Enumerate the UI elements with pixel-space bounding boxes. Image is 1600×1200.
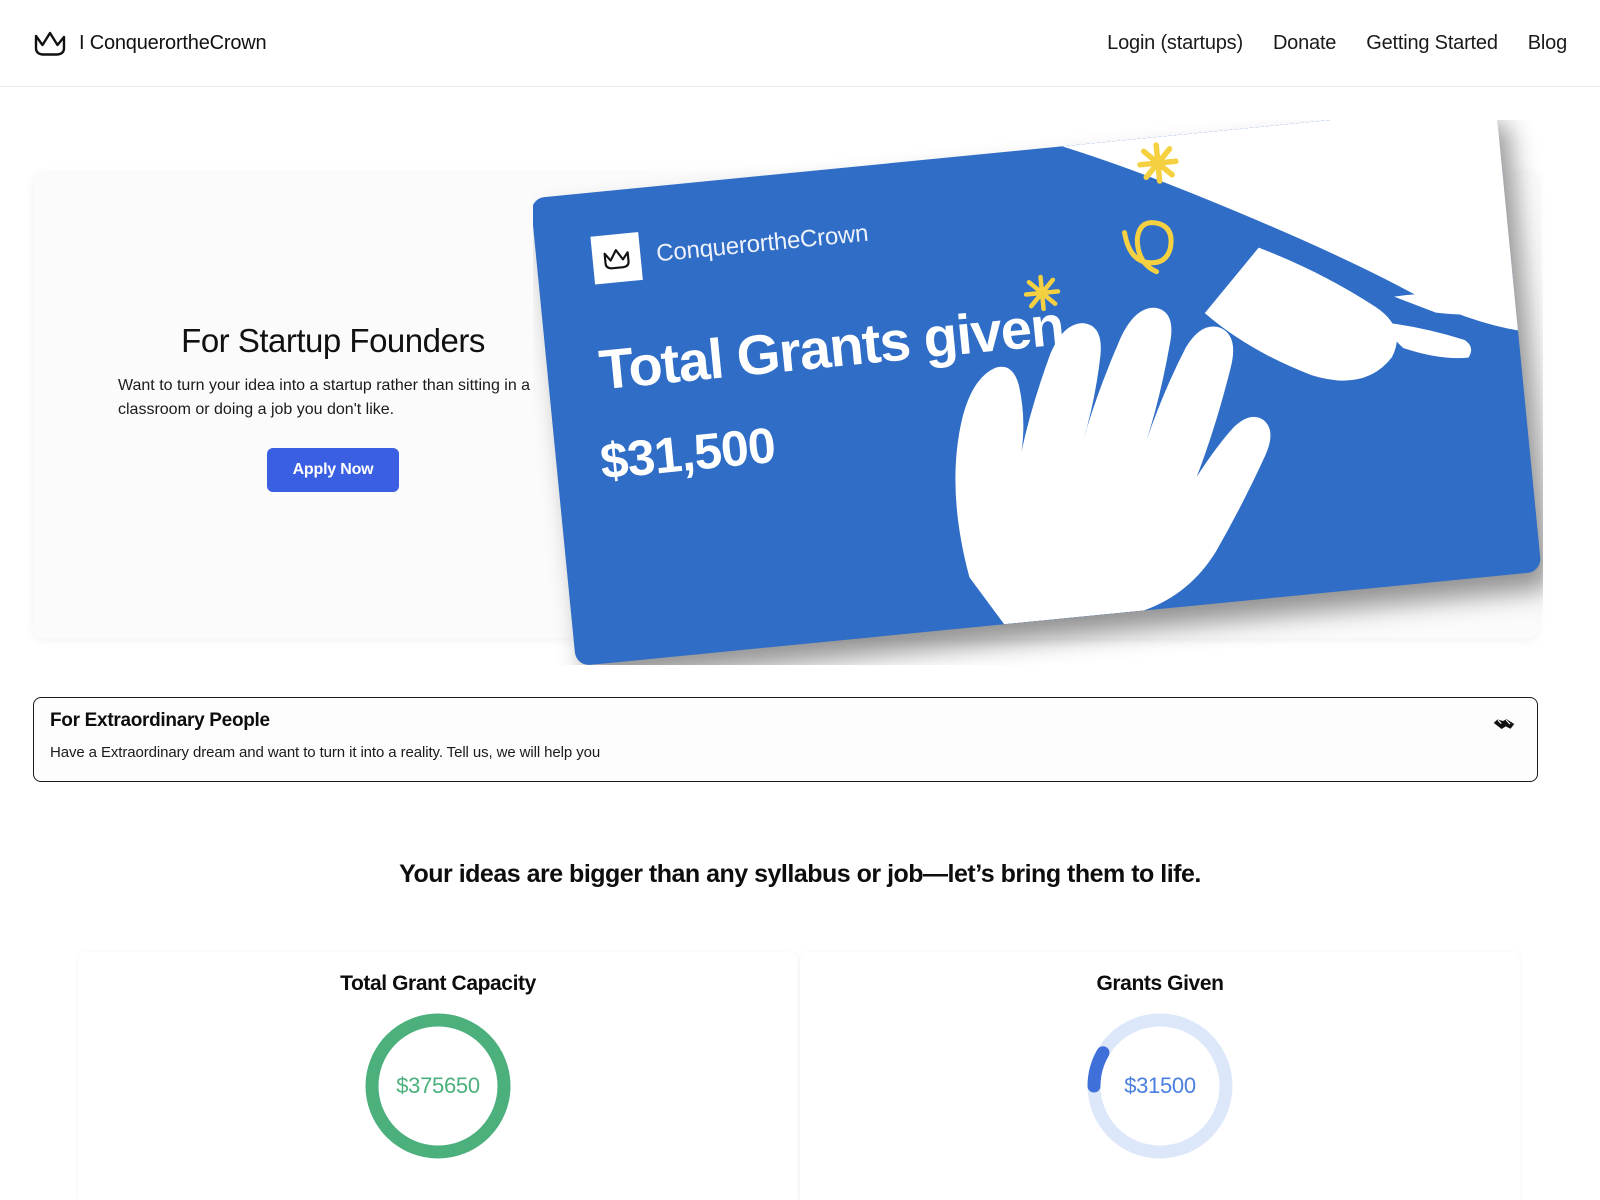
donut-chart-total-grant-capacity: $375650 — [362, 1010, 514, 1162]
extraordinary-subtitle: Have a Extraordinary dream and want to t… — [50, 744, 601, 761]
donut-chart-grants-given: $31500 — [1084, 1010, 1236, 1162]
apply-now-button[interactable]: Apply Now — [266, 448, 400, 492]
donut-value-label: $375650 — [396, 1073, 480, 1098]
brand-name: I ConquerortheCrown — [79, 31, 267, 54]
stats-row: Total Grant Capacity $375650 Grants Give… — [0, 952, 1600, 1200]
nav-item-getting-started[interactable]: Getting Started — [1366, 32, 1498, 55]
handshake-icon — [1493, 719, 1515, 729]
stat-title: Total Grant Capacity — [340, 972, 536, 995]
hero-title: For Startup Founders — [181, 322, 485, 359]
main-navigation: Login (startups) Donate Getting Started … — [1107, 32, 1567, 55]
stat-card-grants-given: Grants Given $31500 — [800, 952, 1520, 1200]
donut-value-label: $31500 — [1124, 1073, 1196, 1098]
section-headline: Your ideas are bigger than any syllabus … — [399, 860, 1201, 888]
crown-icon — [34, 31, 66, 56]
site-header: I ConquerortheCrown Login (startups) Don… — [0, 0, 1600, 87]
hero-card: For Startup Founders Want to turn your i… — [33, 172, 1538, 638]
brand-logo[interactable]: I ConquerortheCrown — [33, 30, 267, 56]
stat-title: Grants Given — [1096, 972, 1224, 995]
nav-item-donate[interactable]: Donate — [1273, 32, 1336, 55]
hero-subtitle: Want to turn your idea into a startup ra… — [118, 377, 531, 418]
extraordinary-title: For Extraordinary People — [50, 710, 270, 731]
extraordinary-people-card[interactable]: For Extraordinary People Have a Extraord… — [33, 697, 1538, 782]
hero-text-block: For Startup Founders Want to turn your i… — [73, 322, 593, 492]
nav-item-login[interactable]: Login (startups) — [1107, 32, 1243, 55]
stat-card-total-grant-capacity: Total Grant Capacity $375650 — [78, 952, 798, 1200]
nav-item-blog[interactable]: Blog — [1528, 32, 1567, 55]
